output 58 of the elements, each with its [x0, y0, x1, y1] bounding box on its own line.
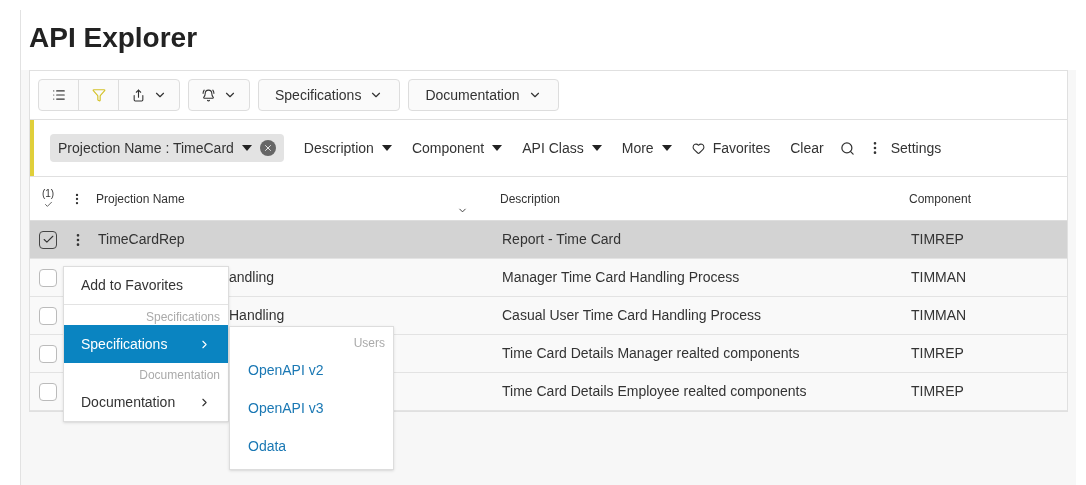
- dropdown-button[interactable]: Documentation: [408, 79, 559, 111]
- row-checkbox[interactable]: [39, 230, 57, 249]
- favorites-button[interactable]: Favorites: [691, 137, 771, 159]
- bell-icon: [201, 88, 215, 102]
- menu-item[interactable]: OpenAPI v3: [230, 389, 393, 427]
- caret-icon: [492, 145, 503, 151]
- menu-item[interactable]: Odata: [230, 427, 393, 465]
- table-cell-text: TIMMAN: [911, 306, 967, 325]
- filter-chip-label: Projection Name : TimeCard: [58, 138, 234, 158]
- dropdown-button[interactable]: Specifications: [258, 79, 401, 111]
- row-checkbox[interactable]: [39, 306, 57, 325]
- menu-item[interactable]: Specifications: [64, 325, 228, 363]
- filter-dropdown[interactable]: Component: [411, 137, 503, 159]
- check-icon: [43, 200, 53, 209]
- menu-item[interactable]: Add to Favorites: [64, 267, 228, 305]
- table-cell-text: Time Card Details Manager realted components: [502, 344, 801, 363]
- settings-button[interactable]: Settings: [890, 137, 942, 159]
- table-cell: andling: [229, 269, 275, 285]
- clear-filter-icon[interactable]: [259, 140, 276, 156]
- filter-chip[interactable]: Projection Name : TimeCard: [50, 134, 284, 162]
- table-cell-text: TIMREP: [911, 344, 964, 363]
- filter-dropdown[interactable]: More: [621, 137, 672, 159]
- check-icon: [41, 233, 55, 246]
- selected-count: (1): [41, 188, 55, 200]
- caret-icon: [381, 145, 392, 151]
- caret-icon: [661, 145, 672, 151]
- table-cell-text: Report - Time Card: [502, 230, 623, 249]
- caret-icon: [591, 145, 602, 151]
- filter-icon: [91, 88, 106, 102]
- table-cell-text: Casual User Time Card Handling Process: [502, 306, 763, 325]
- table-cell-text: Time Card Details Employee realted components: [502, 382, 808, 401]
- list-icon: [51, 88, 66, 102]
- table-cell: Handling: [229, 307, 285, 323]
- filter-dropdown[interactable]: API Class: [522, 137, 602, 159]
- menu-group-label: Specifications: [144, 309, 221, 325]
- share-icon: [131, 88, 145, 102]
- menu-group-label: Documentation: [138, 367, 221, 383]
- notification-button[interactable]: [188, 79, 250, 111]
- caret-icon: [241, 145, 252, 151]
- row-checkbox[interactable]: [39, 382, 57, 401]
- filter-dropdown[interactable]: Description: [303, 137, 392, 159]
- table-cell-text: Manager Time Card Handling Process: [502, 268, 741, 287]
- table-cell-text: TIMREP: [911, 382, 964, 401]
- column-header[interactable]: Projection Name: [96, 189, 185, 208]
- row-checkbox[interactable]: [39, 268, 57, 287]
- table-cell-text: TIMREP: [911, 230, 964, 249]
- row-checkbox[interactable]: [39, 344, 57, 363]
- heart-icon: [691, 141, 705, 155]
- search-icon[interactable]: [839, 140, 855, 156]
- menu-item[interactable]: OpenAPI v2: [230, 351, 393, 389]
- page-title: API Explorer: [29, 22, 199, 54]
- table-cell-text: TIMMAN: [911, 268, 967, 287]
- column-header[interactable]: Description: [500, 189, 909, 208]
- table-cell: TimeCardRep: [98, 231, 185, 247]
- clear-button[interactable]: Clear: [790, 137, 824, 159]
- menu-group-label: Users: [352, 335, 386, 351]
- menu-item[interactable]: Documentation: [64, 383, 228, 421]
- column-header[interactable]: Component: [909, 189, 972, 208]
